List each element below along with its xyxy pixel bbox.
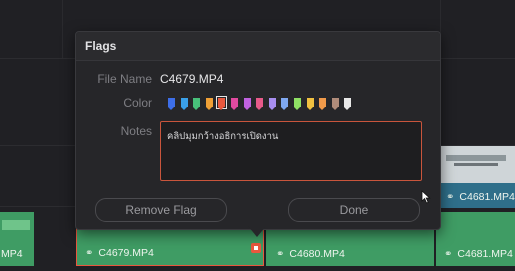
notes-label: Notes	[120, 124, 152, 138]
remove-flag-button[interactable]: Remove Flag	[95, 198, 227, 222]
dialog-header: Flags	[76, 32, 440, 61]
video-thumbnail-clip[interactable]	[440, 146, 515, 183]
link-icon: ⚭	[444, 249, 453, 260]
flag-color-swatch[interactable]	[216, 96, 228, 110]
clip-name: C4679.MP4	[98, 247, 154, 259]
audio-clip[interactable]: MP4	[0, 212, 34, 266]
clip-name: C4681.MP4	[457, 248, 513, 260]
clip-name: C4680.MP4	[289, 248, 345, 260]
notes-text: คลิปมุมกว้างอธิการเปิดงาน	[167, 131, 279, 142]
flag-color-swatch[interactable]	[268, 98, 276, 110]
link-icon: ⚭	[85, 248, 94, 259]
flag-color-swatch[interactable]	[294, 98, 301, 110]
dialog-pointer	[248, 226, 266, 237]
clip-name: MP4	[1, 248, 23, 260]
link-icon: ⚭	[446, 192, 455, 203]
flag-color-swatch[interactable]	[281, 98, 289, 110]
flag-color-swatch[interactable]	[344, 98, 352, 110]
audio-clip[interactable]: ⚭ C4681.MP4	[436, 212, 515, 266]
flag-color-swatch[interactable]	[319, 98, 327, 110]
done-button[interactable]: Done	[288, 198, 420, 222]
flag-color-swatch[interactable]	[231, 98, 238, 110]
flag-color-swatch[interactable]	[243, 98, 251, 110]
clip-name: C4681.MP4	[459, 191, 515, 203]
flag-color-swatch[interactable]	[306, 98, 314, 110]
flags-dialog: Flags File Name C4679.MP4 Color Notes คล…	[75, 31, 441, 230]
flag-color-swatch[interactable]	[180, 98, 188, 110]
flag-color-swatch[interactable]	[256, 98, 264, 110]
timeline-divider	[62, 0, 63, 58]
flag-color-swatch[interactable]	[205, 98, 213, 110]
color-label: Color	[123, 96, 152, 110]
flag-color-swatch[interactable]	[168, 98, 175, 110]
mouse-cursor-icon	[421, 190, 431, 204]
dialog-title: Flags	[85, 39, 117, 53]
link-icon: ⚭	[276, 249, 285, 260]
file-name-value: C4679.MP4	[160, 72, 224, 86]
flag-marker-icon[interactable]	[251, 243, 261, 253]
notes-textarea[interactable]: คลิปมุมกว้างอธิการเปิดงาน	[160, 121, 422, 181]
flag-color-swatch[interactable]	[193, 98, 201, 110]
video-clip[interactable]: ⚭ C4681.MP4	[440, 183, 515, 208]
flag-color-swatch[interactable]	[331, 98, 339, 110]
file-name-label: File Name	[97, 72, 152, 86]
